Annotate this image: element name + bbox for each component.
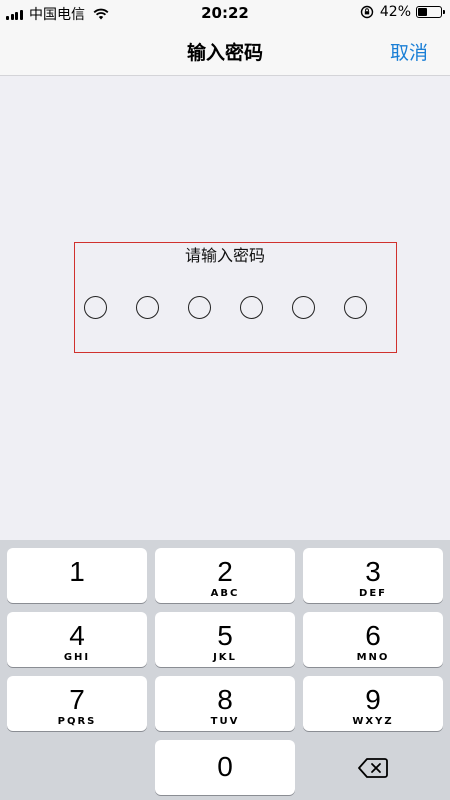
battery-percentage: 42% — [379, 4, 411, 20]
key-digit: 2 — [217, 556, 233, 587]
key-letters: JKL — [213, 652, 237, 663]
key-3[interactable]: 3 DEF — [303, 548, 443, 603]
cancel-button[interactable]: 取消 — [390, 38, 428, 65]
key-digit: 6 — [365, 620, 381, 651]
key-1[interactable]: 1 — [7, 548, 147, 603]
key-digit: 9 — [365, 684, 381, 715]
backspace-icon — [358, 757, 388, 778]
key-6[interactable]: 6 MNO — [303, 612, 443, 667]
key-letters: WXYZ — [352, 716, 394, 727]
key-0[interactable]: 0 — [155, 740, 295, 795]
key-letters: DEF — [359, 588, 387, 599]
key-digit: 3 — [365, 556, 381, 587]
key-letters: MNO — [356, 652, 390, 663]
key-digit: 4 — [69, 620, 85, 651]
key-digit: 1 — [69, 556, 85, 587]
key-8[interactable]: 8 TUV — [155, 676, 295, 731]
numeric-keypad: 1 2 ABC 3 DEF 4 GHI 5 JKL 6 MNO 7 PQRS 8 TUV 9 WXYZ 0 — [0, 540, 450, 800]
page-title: 输入密码 — [186, 42, 263, 64]
rotation-lock-icon — [360, 5, 374, 19]
pin-dot — [136, 296, 159, 319]
status-right: 42% — [360, 4, 445, 20]
pin-dot — [292, 296, 315, 319]
key-2[interactable]: 2 ABC — [155, 548, 295, 603]
delete-key[interactable] — [303, 740, 443, 795]
key-digit: 0 — [217, 751, 233, 782]
key-4[interactable]: 4 GHI — [7, 612, 147, 667]
pin-input[interactable] — [84, 296, 396, 319]
key-letters: PQRS — [57, 716, 97, 727]
battery-fill — [418, 8, 428, 16]
key-digit: 7 — [69, 684, 85, 715]
key-9[interactable]: 9 WXYZ — [303, 676, 443, 731]
key-digit: 8 — [217, 684, 233, 715]
battery-icon — [416, 6, 445, 18]
pin-dot — [84, 296, 107, 319]
nav-bar: 输入密码 取消 — [0, 26, 450, 76]
key-7[interactable]: 7 PQRS — [7, 676, 147, 731]
key-5[interactable]: 5 JKL — [155, 612, 295, 667]
key-letters: TUV — [210, 716, 240, 727]
pin-dot — [240, 296, 263, 319]
pin-dot — [188, 296, 211, 319]
pin-dot — [344, 296, 367, 319]
key-digit: 5 — [217, 620, 233, 651]
key-letters: GHI — [63, 652, 91, 663]
key-letters: ABC — [210, 588, 240, 599]
status-bar: 中国电信 20:22 42% — [0, 0, 450, 26]
